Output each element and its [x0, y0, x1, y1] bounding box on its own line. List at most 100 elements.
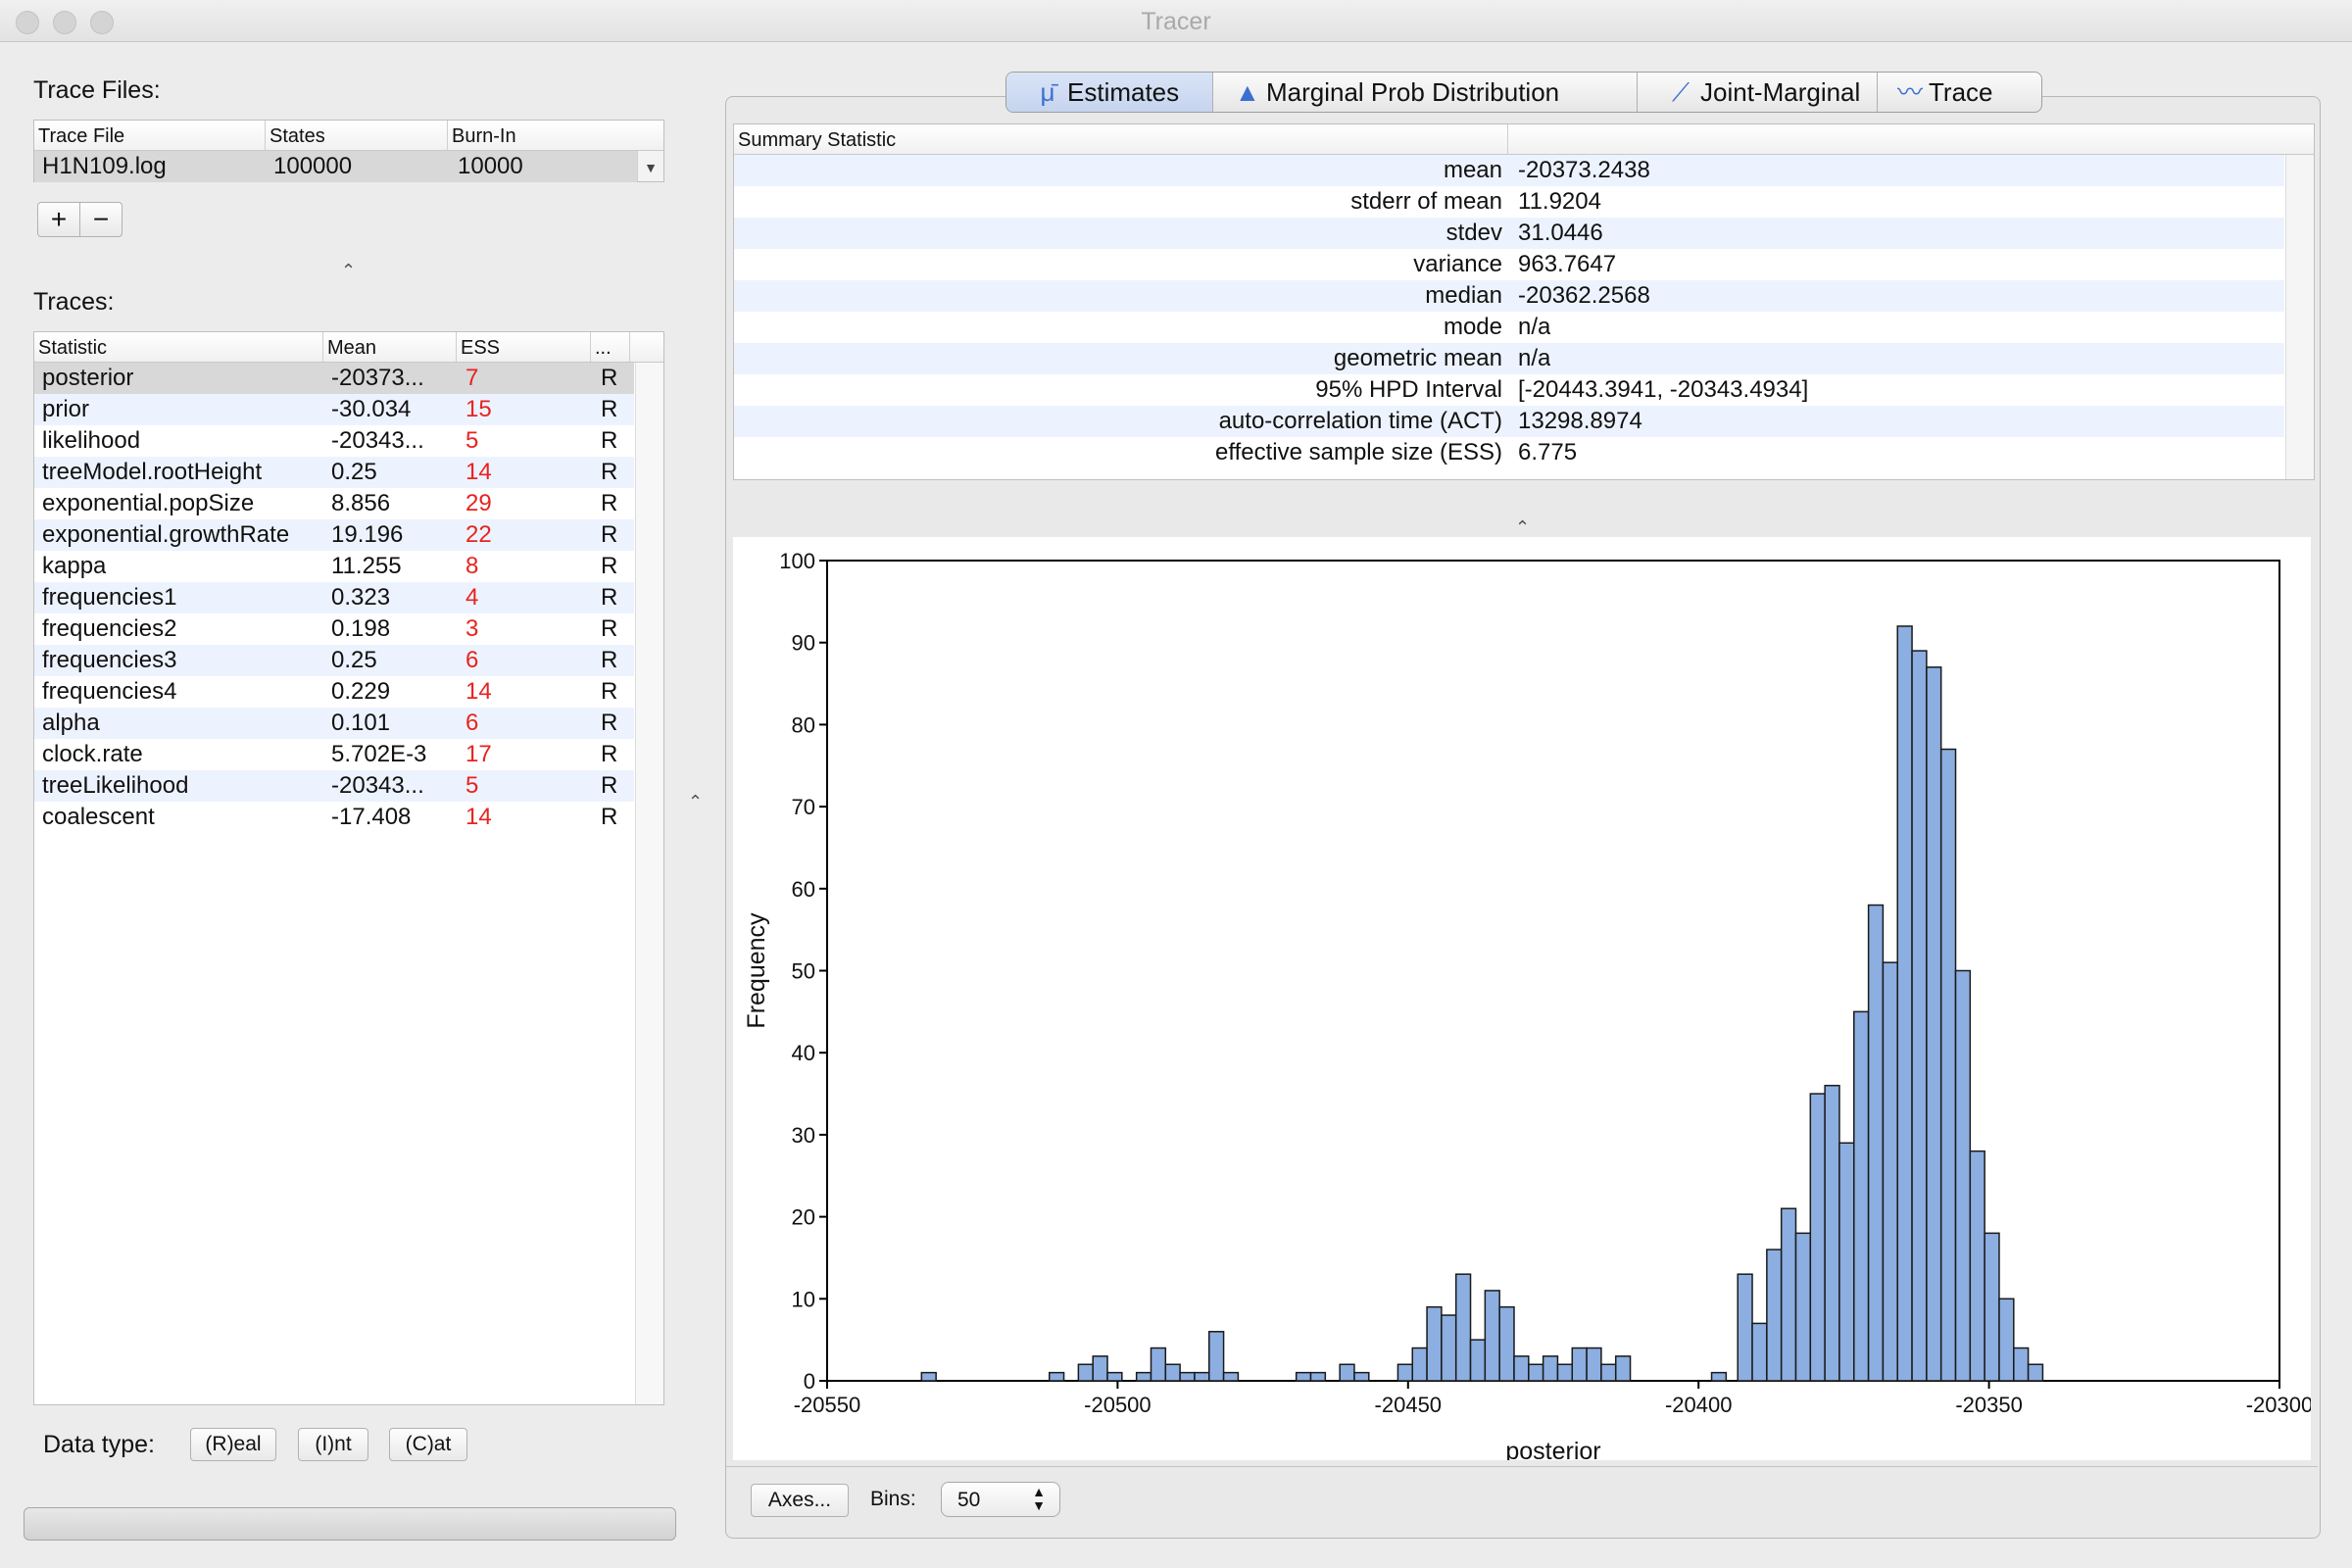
- summary-scrollbar[interactable]: [2285, 155, 2314, 479]
- summary-row: stderr of mean 11.9204: [734, 186, 2284, 218]
- summary-label: geometric mean: [1333, 345, 1502, 371]
- trace-type[interactable]: R: [601, 363, 617, 394]
- histogram-bar: [920, 1371, 937, 1382]
- trace-row[interactable]: likelihood -20343... 5 R: [34, 425, 634, 457]
- view-tabs: μ̄ Estimates ▲ Marginal Prob Distribution …: [1005, 72, 2042, 113]
- tab-marginal-prob-distribution[interactable]: ▲ Marginal Prob Distribution: [1213, 73, 1638, 112]
- trace-row[interactable]: treeLikelihood -20343... 5 R: [34, 770, 634, 802]
- summary-label: median: [1425, 282, 1502, 309]
- data-type-real-button[interactable]: (R)eal: [190, 1428, 276, 1461]
- histogram-bar: [1396, 1363, 1413, 1382]
- trace-ess: 22: [466, 521, 492, 548]
- trace-row[interactable]: exponential.growthRate 19.196 22 R: [34, 519, 634, 551]
- vertical-split-grip-icon[interactable]: ⌃: [688, 792, 703, 812]
- trace-row[interactable]: treeModel.rootHeight 0.25 14 R: [34, 457, 634, 488]
- trace-type[interactable]: R: [601, 457, 617, 488]
- summary-row: 95% HPD Interval [-20443.3941, -20343.493…: [734, 374, 2284, 406]
- trace-file-column-header[interactable]: Trace File: [34, 121, 266, 150]
- remove-trace-file-button[interactable]: −: [79, 202, 122, 237]
- x-tick-label: -20400: [1665, 1393, 1733, 1417]
- summary-label: 95% HPD Interval: [1315, 376, 1502, 403]
- spinner-arrows-icon[interactable]: ▲ ▼: [1032, 1485, 1046, 1512]
- trace-type[interactable]: R: [601, 645, 617, 676]
- x-tick-label: -20350: [1955, 1393, 2023, 1417]
- ess-column-header[interactable]: ESS: [457, 332, 591, 362]
- trace-mean: -20373...: [331, 365, 424, 391]
- trace-type[interactable]: R: [601, 488, 617, 519]
- axes-button[interactable]: Axes...: [751, 1484, 849, 1517]
- trace-type[interactable]: R: [601, 676, 617, 708]
- trace-type[interactable]: R: [601, 425, 617, 457]
- trace-row[interactable]: exponential.popSize 8.856 29 R: [34, 488, 634, 519]
- trace-mean: 0.198: [331, 615, 391, 642]
- trace-ess: 14: [466, 459, 492, 485]
- traces-header: Statistic Mean ESS ...: [34, 332, 663, 363]
- summary-label: mean: [1443, 157, 1502, 183]
- summary-row: effective sample size (ESS) 6.775: [734, 437, 2284, 468]
- trace-row[interactable]: posterior -20373... 7 R: [34, 363, 634, 394]
- burn-in-column-header[interactable]: Burn-In: [448, 121, 663, 150]
- statistic-column-header[interactable]: Statistic: [34, 332, 323, 362]
- trace-type[interactable]: R: [601, 394, 617, 425]
- trace-type[interactable]: R: [601, 708, 617, 739]
- trace-row[interactable]: frequencies3 0.25 6 R: [34, 645, 634, 676]
- split-pane-grip-icon[interactable]: ⌃: [341, 261, 356, 281]
- trace-type[interactable]: R: [601, 551, 617, 582]
- trace-row[interactable]: frequencies2 0.198 3 R: [34, 613, 634, 645]
- trace-row[interactable]: alpha 0.101 6 R: [34, 708, 634, 739]
- trace-row[interactable]: prior -30.034 15 R: [34, 394, 634, 425]
- trace-type[interactable]: R: [601, 770, 617, 802]
- trace-row[interactable]: frequencies4 0.229 14 R: [34, 676, 634, 708]
- trace-file-row[interactable]: H1N109.log 100000 10000: [34, 151, 637, 182]
- add-trace-file-button[interactable]: +: [37, 202, 80, 237]
- histogram-chart: 0 10 20 30 40 50 60 70 80 90 100 -20550 -20500 -20450…: [733, 537, 2313, 1465]
- histogram-bar: [1441, 1314, 1457, 1382]
- states-column-header[interactable]: States: [266, 121, 448, 150]
- tab-estimates[interactable]: μ̄ Estimates: [1006, 73, 1213, 112]
- y-tick-label: 80: [792, 712, 815, 737]
- trace-name: likelihood: [42, 427, 141, 454]
- trace-row[interactable]: clock.rate 5.702E-3 17 R: [34, 739, 634, 770]
- data-type-int-button[interactable]: (I)nt: [298, 1428, 368, 1461]
- tab-joint-marginal[interactable]: ⟋ Joint-Marginal: [1638, 73, 1878, 112]
- trace-row[interactable]: frequencies1 0.323 4 R: [34, 582, 634, 613]
- histogram-bar: [1586, 1347, 1602, 1382]
- histogram-bar: [1896, 625, 1913, 1382]
- bins-spinner[interactable]: 50 ▲ ▼: [941, 1482, 1060, 1517]
- summary-row: mode n/a: [734, 312, 2284, 343]
- trace-type[interactable]: R: [601, 739, 617, 770]
- dropdown-arrow-icon[interactable]: ▼: [637, 151, 663, 181]
- trace-type[interactable]: R: [601, 802, 617, 833]
- histogram-bar: [2027, 1363, 2044, 1382]
- progress-bar: [24, 1507, 676, 1541]
- histogram-bar: [1882, 961, 1898, 1382]
- traces-scrollbar[interactable]: [635, 363, 663, 1404]
- trace-file-burn-in[interactable]: 10000: [458, 151, 523, 182]
- summary-statistic-column-header[interactable]: Summary Statistic: [734, 124, 1508, 154]
- type-column-header[interactable]: ...: [591, 332, 630, 362]
- trace-row[interactable]: coalescent -17.408 14 R: [34, 802, 634, 833]
- mean-column-header[interactable]: Mean: [323, 332, 457, 362]
- trace-mean: 0.101: [331, 710, 391, 736]
- histogram-bar: [1135, 1371, 1152, 1382]
- data-type-cat-button[interactable]: (C)at: [389, 1428, 467, 1461]
- chart-split-grip-icon[interactable]: ⌃: [1515, 517, 1530, 538]
- x-tick-label: -20550: [794, 1393, 861, 1417]
- histogram-bar: [1454, 1273, 1472, 1382]
- trace-ess: 4: [466, 584, 479, 611]
- histogram-bar: [1498, 1305, 1515, 1382]
- trace-mean: -20343...: [331, 772, 424, 799]
- summary-row: median -20362.2568: [734, 280, 2284, 312]
- trace-mean: 19.196: [331, 521, 404, 548]
- trace-row[interactable]: kappa 11.255 8 R: [34, 551, 634, 582]
- summary-row: auto-correlation time (ACT) 13298.8974: [734, 406, 2284, 437]
- trace-type[interactable]: R: [601, 582, 617, 613]
- trace-type[interactable]: R: [601, 519, 617, 551]
- trace-mean: 5.702E-3: [331, 741, 427, 767]
- summary-value: 31.0446: [1518, 220, 1603, 246]
- summary-row: stdev 31.0446: [734, 218, 2284, 249]
- histogram-bar: [1048, 1371, 1065, 1382]
- histogram-bar: [1766, 1249, 1783, 1382]
- trace-type[interactable]: R: [601, 613, 617, 645]
- tab-trace[interactable]: 〰 Trace: [1878, 73, 2041, 112]
